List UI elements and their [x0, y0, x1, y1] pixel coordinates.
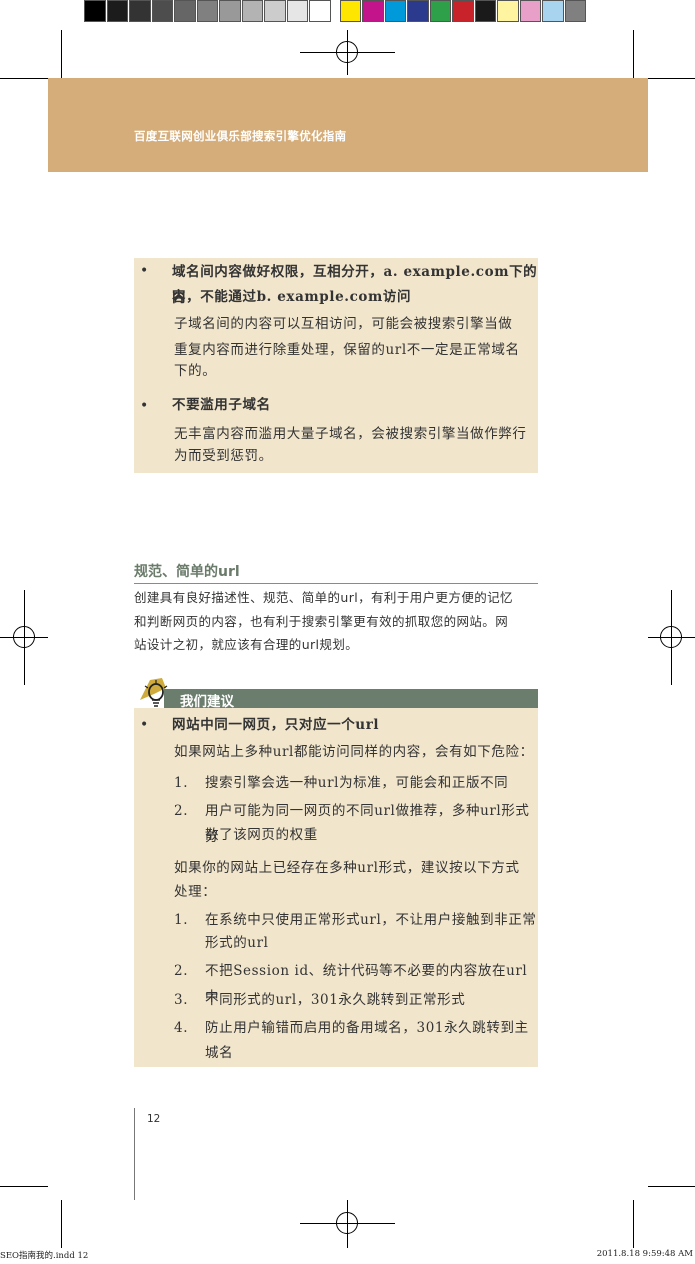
suggestion-label: 我们建议 — [180, 694, 234, 710]
page-number-rule — [134, 1108, 135, 1200]
registration-mark-icon — [336, 41, 358, 63]
page-header-band: 百度互联网创业俱乐部搜索引擎优化指南 — [48, 78, 648, 172]
intro-line: 和判断网页的内容，也有利于搜索引擎更有效的抓取您的网站。网 — [134, 613, 509, 629]
tip-body-line: 下的。 — [174, 363, 217, 379]
list-item-text: 不同形式的url，301永久跳转到正常形式 — [205, 992, 466, 1008]
fix-intro: 如果你的网站上已经存在多种url形式，建议按以下方式 — [174, 860, 520, 876]
lightbulb-icon — [140, 678, 168, 707]
bullet-icon: • — [140, 263, 149, 279]
list-number: 1. — [174, 912, 189, 928]
list-number: 2. — [174, 963, 189, 979]
list-number: 3. — [174, 992, 189, 1008]
intro-line: 创建具有良好描述性、规范、简单的url，有利于用户更方便的记忆 — [134, 590, 513, 605]
list-item-text: 防止用户输错而启用的备用域名，301永久跳转到主 — [205, 1020, 529, 1036]
bullet-icon: • — [140, 398, 149, 414]
list-number: 4. — [174, 1020, 189, 1036]
color-swatch — [564, 0, 586, 22]
color-swatch — [151, 0, 173, 22]
crop-mark — [648, 1186, 695, 1187]
crop-mark — [0, 1186, 48, 1187]
footer-timestamp: 2011.8.18 9:59:48 AM — [596, 1249, 693, 1259]
color-swatch — [384, 0, 406, 22]
color-swatch — [309, 0, 331, 22]
section-intro: 创建具有良好描述性、规范、简单的url，有利于用户更方便的记忆 和判断网页的内容… — [134, 586, 542, 657]
registration-mark-icon — [336, 1212, 358, 1234]
suggest-bullet-title: 网站中同一网页，只对应一个url — [172, 717, 380, 733]
list-item-text: 形式的url — [205, 935, 269, 951]
list-number: 1. — [174, 775, 189, 791]
intro-line: 站设计之初，就应该有合理的url规划。 — [134, 637, 359, 652]
crop-mark — [61, 1200, 62, 1248]
crop-mark — [633, 1200, 634, 1248]
color-swatch — [241, 0, 263, 22]
suggestion-content: • 网站中同一网页，只对应一个url 如果网站上多种url都能访问同样的内容，会… — [134, 712, 538, 1067]
section-divider — [134, 583, 538, 584]
color-swatch — [264, 0, 286, 22]
color-swatch — [84, 0, 106, 22]
color-swatch — [452, 0, 474, 22]
color-swatch — [474, 0, 496, 22]
fix-intro: 处理： — [174, 884, 217, 900]
list-item-text: 散了该网页的权重 — [205, 827, 318, 843]
list-number: 2. — [174, 803, 189, 819]
swatch-gap — [332, 0, 340, 24]
color-swatch — [407, 0, 429, 22]
crop-mark — [648, 78, 695, 79]
tip-body-line: 重复内容而进行除重处理，保留的url不一定是正常域名 — [174, 342, 520, 358]
tip-title-line: 容，不能通过b. example.com访问 — [172, 289, 412, 305]
color-swatch — [106, 0, 128, 22]
section-title: 规范、简单的url — [134, 564, 240, 580]
crop-mark — [0, 78, 48, 79]
color-swatch — [129, 0, 151, 22]
page-header-title: 百度互联网创业俱乐部搜索引擎优化指南 — [134, 129, 347, 143]
tip-body-line: 子域名间的内容可以互相访问，可能会被搜索引擎当做 — [174, 316, 513, 332]
color-swatch — [519, 0, 541, 22]
tip-title-line: 不要滥用子域名 — [172, 397, 271, 413]
list-item-text: 搜索引擎会选一种url为标准，可能会和正版不同 — [205, 775, 509, 791]
color-swatch — [286, 0, 308, 22]
color-calibration-bar — [84, 0, 587, 24]
tip-body-line: 为而受到惩罚。 — [174, 448, 273, 464]
color-swatch — [219, 0, 241, 22]
bullet-icon: • — [140, 717, 149, 733]
footer-file-info: SEO指南我的.indd 12 — [0, 1251, 89, 1261]
color-swatch — [542, 0, 564, 22]
list-item-text: 城名 — [205, 1045, 234, 1061]
risk-intro: 如果网站上多种url都能访问同样的内容，会有如下危险： — [174, 744, 534, 760]
subdomain-tips-box: • 域名间内容做好权限，互相分开，a. example.com下的内 容，不能通… — [134, 258, 538, 473]
color-swatch — [174, 0, 196, 22]
registration-mark-icon — [660, 626, 682, 648]
page-number: 12 — [147, 1113, 161, 1125]
color-swatch — [497, 0, 519, 22]
registration-mark-icon — [13, 626, 35, 648]
color-swatch — [196, 0, 218, 22]
color-swatch — [339, 0, 361, 22]
color-swatch — [429, 0, 451, 22]
color-swatch — [362, 0, 384, 22]
